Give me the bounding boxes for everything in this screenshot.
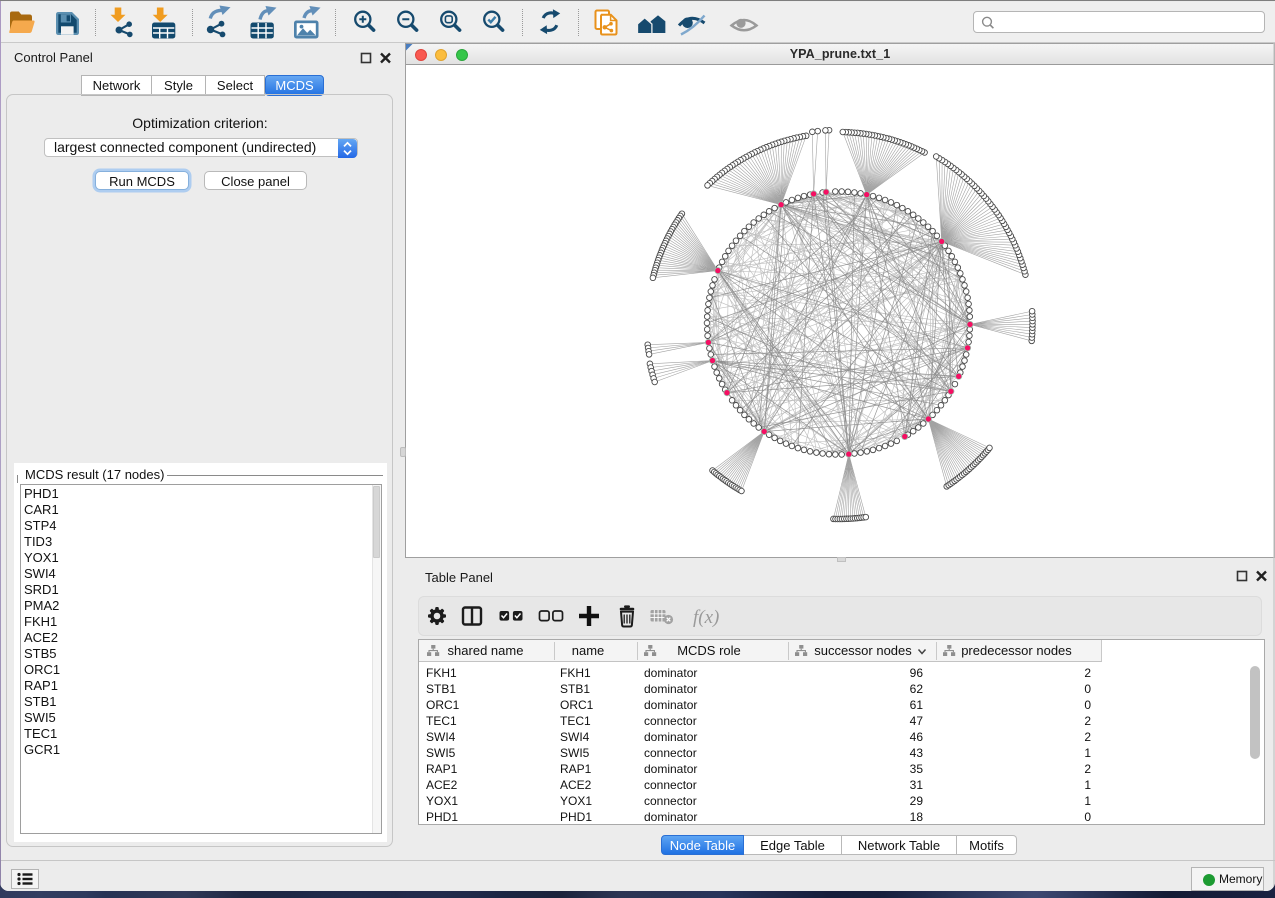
svg-text:f(x): f(x)	[693, 607, 719, 628]
